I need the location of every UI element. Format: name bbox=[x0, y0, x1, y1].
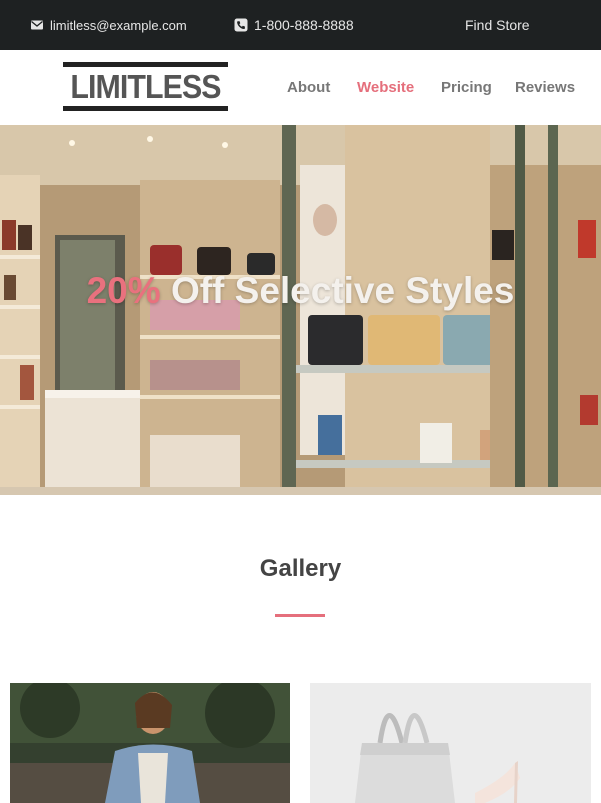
logo-bottom-bar bbox=[63, 106, 228, 111]
nav-item-about[interactable]: About bbox=[287, 79, 330, 96]
contact-email-link[interactable]: limitless@example.com bbox=[30, 0, 187, 50]
handbag-heels-image bbox=[310, 683, 591, 803]
hero-discount-accent: 20% bbox=[86, 270, 161, 311]
top-contact-bar: limitless@example.com 1-800-888-8888 Fin… bbox=[0, 0, 601, 50]
hero-banner: 20% Off Selective Styles bbox=[0, 125, 601, 495]
brand-logo[interactable]: LIMITLESS bbox=[63, 62, 228, 112]
main-navigation: LIMITLESS About Website Pricing Reviews bbox=[0, 50, 601, 125]
woman-denim-jacket-image bbox=[10, 683, 290, 803]
contact-phone-link[interactable]: 1-800-888-8888 bbox=[234, 0, 354, 50]
nav-item-website[interactable]: Website bbox=[357, 79, 414, 96]
hero-headline: 20% Off Selective Styles bbox=[0, 270, 601, 312]
contact-phone-text: 1-800-888-8888 bbox=[254, 17, 354, 33]
gallery-photo-woman-denim[interactable] bbox=[10, 683, 290, 803]
gallery-heading: Gallery bbox=[259, 555, 342, 582]
phone-icon bbox=[234, 18, 248, 32]
gallery-divider bbox=[275, 614, 325, 617]
find-store-link[interactable]: Find Store bbox=[465, 0, 530, 50]
logo-top-bar bbox=[63, 62, 228, 67]
hero-headline-text: Off Selective Styles bbox=[170, 270, 515, 311]
nav-item-reviews[interactable]: Reviews bbox=[515, 79, 575, 96]
contact-email-text: limitless@example.com bbox=[50, 17, 187, 33]
gallery-photo-bag-heels[interactable] bbox=[310, 683, 591, 803]
logo-wordmark: LIMITLESS bbox=[70, 67, 221, 105]
nav-item-pricing[interactable]: Pricing bbox=[441, 79, 492, 96]
envelope-icon bbox=[30, 18, 44, 32]
